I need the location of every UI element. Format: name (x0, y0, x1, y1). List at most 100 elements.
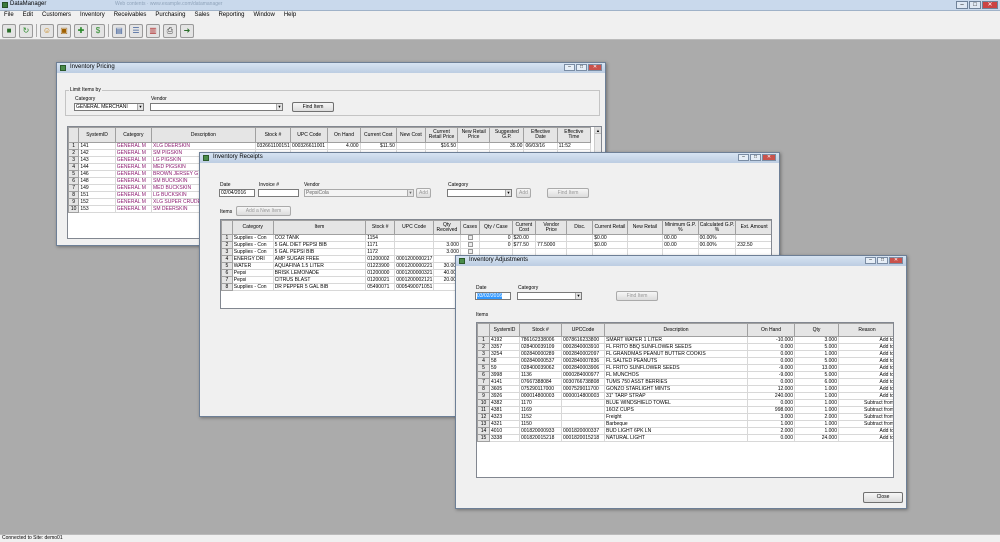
table-cell[interactable]: 1136 (519, 371, 562, 379)
chevron-down-icon[interactable]: ▼ (407, 190, 413, 196)
table-row[interactable]: 11 4381 1169 16OZ CUPS 998.000 1.000 Subtract … (477, 406, 893, 414)
table-cell[interactable]: 3605 (489, 385, 520, 393)
table-cell[interactable]: Barbeque (604, 420, 748, 428)
menu-customers[interactable]: Customers (38, 11, 76, 22)
table-cell[interactable]: 77.5000 (535, 241, 568, 249)
table-cell[interactable]: Add to (838, 343, 893, 351)
table-cell[interactable] (459, 241, 481, 249)
menu-window[interactable]: Window (249, 11, 279, 22)
table-cell[interactable]: FL FRITO SUNFLOWER SEEDS (604, 364, 748, 372)
col-header[interactable]: Stock # (254, 127, 292, 143)
table-cell[interactable]: 1170 (519, 399, 562, 407)
table-cell[interactable]: 4.000 (327, 142, 361, 150)
table-cell[interactable]: 0002840007836 (561, 357, 605, 365)
col-header[interactable]: Qty / Case (479, 220, 513, 235)
col-header[interactable]: Cases (459, 220, 481, 235)
table-cell[interactable]: Add to (838, 350, 893, 358)
table-cell[interactable]: AMP SUGAR FREE (272, 255, 367, 263)
table-row[interactable]: 5 59 028400039062 0002840003906 FL FRITO SUN… (477, 364, 893, 372)
table-cell[interactable]: 01200000 (365, 269, 396, 277)
table-cell[interactable]: 1.000 (794, 350, 839, 358)
table-cell[interactable]: Supplies - Con (231, 283, 274, 291)
table-cell[interactable] (432, 234, 461, 242)
table-cell[interactable]: 143 (78, 156, 116, 164)
table-cell[interactable]: BLUE WINDSHIELD TOWEL (604, 399, 748, 407)
table-cell[interactable]: GENERAL M (114, 156, 153, 164)
table-cell[interactable]: Subtract from (838, 413, 893, 421)
table-cell[interactable]: 151 (78, 191, 116, 199)
chart-icon[interactable]: ▥ (146, 23, 160, 38)
table-cell[interactable]: 3254 (489, 350, 520, 358)
table-cell[interactable]: Add to (838, 385, 893, 393)
table-cell[interactable]: TUMS 750 ASST BERRIES (604, 378, 748, 386)
table-cell[interactable]: 0002840002097 (561, 350, 605, 358)
table-cell[interactable]: Freight (604, 413, 748, 421)
chevron-down-icon[interactable]: ▼ (575, 293, 581, 299)
col-header[interactable]: On Hand (327, 127, 361, 143)
table-cell[interactable]: 142 (78, 149, 116, 157)
table-cell[interactable]: GENERAL M (114, 205, 153, 213)
table-cell[interactable]: 001820000933 (519, 427, 562, 435)
table-cell[interactable]: 002840000289 (519, 350, 562, 358)
col-header[interactable]: Vendor Price (535, 220, 568, 235)
table-cell[interactable]: 5 GAL DIET PEPSI BIB (272, 241, 367, 249)
minimize-icon[interactable]: – (564, 64, 575, 71)
vendor-select[interactable]: PepsiCola ▼ (304, 189, 414, 197)
add-vendor-button[interactable]: Add (416, 188, 431, 198)
table-cell[interactable]: 152 (78, 198, 116, 206)
table-cell[interactable]: Subtract from (838, 420, 893, 428)
col-header[interactable]: SystemID (78, 127, 116, 143)
table-cell[interactable]: SMART WATER 1 LITER (604, 336, 748, 344)
table-cell[interactable]: 0 (479, 234, 513, 242)
table-cell[interactable]: Supplies - Con (231, 241, 274, 249)
table-cell[interactable]: 3.000 (794, 336, 839, 344)
table-cell[interactable]: 4192 (489, 336, 520, 344)
table-cell[interactable]: 000014800003 (519, 392, 562, 400)
table-cell[interactable] (394, 241, 434, 249)
col-header[interactable]: Category (114, 127, 153, 143)
col-header[interactable]: Qty Received (432, 220, 461, 235)
table-cell[interactable]: 0078616233800 (561, 336, 605, 344)
reports-icon[interactable]: ☰ (129, 23, 143, 38)
table-cell[interactable] (535, 234, 568, 242)
table-cell[interactable]: 000326611001 (290, 142, 329, 150)
table-cell[interactable] (394, 234, 434, 242)
add-new-item-button[interactable]: Add a New Item (236, 206, 291, 216)
table-row[interactable]: 1 4192 786162338006 0078616233800 SMART WATE… (477, 336, 893, 344)
table-cell[interactable]: $11.50 (359, 142, 397, 150)
table-cell[interactable]: FL SALTED PEANUTS (604, 357, 748, 365)
table-cell[interactable] (457, 142, 491, 150)
scroll-up-icon[interactable]: ▲ (595, 127, 601, 134)
table-cell[interactable]: 153 (78, 205, 116, 213)
table-cell[interactable]: 0007529011700 (561, 385, 605, 393)
table-cell[interactable] (561, 420, 605, 428)
table-cell[interactable]: 1172 (365, 248, 396, 256)
receipts-icon[interactable]: ✚ (74, 23, 88, 38)
table-cell[interactable]: 1154 (365, 234, 396, 242)
table-cell[interactable]: 1171 (365, 241, 396, 249)
table-cell[interactable]: 0002840003910 (561, 343, 605, 351)
table-cell[interactable] (566, 234, 594, 242)
table-cell[interactable]: 3.000 (432, 241, 461, 249)
table-cell[interactable]: 35.00 (489, 142, 525, 150)
table-cell[interactable]: 0.000 (747, 357, 795, 365)
table-row[interactable]: 1 Supplies - Con CO2 TANK 1154 0 $20.00 $0.00 0… (221, 234, 771, 242)
table-cell[interactable]: 16OZ CUPS (604, 406, 748, 414)
category-select[interactable]: ▼ (517, 292, 582, 300)
table-cell[interactable]: 1.000 (794, 406, 839, 414)
col-header[interactable]: New Retail (626, 220, 664, 235)
table-cell[interactable]: GENERAL M (114, 170, 153, 178)
table-row[interactable]: 3 3254 002840000289 0002840002097 FL GRANDMA… (477, 350, 893, 358)
table-cell[interactable]: 4381 (489, 406, 520, 414)
col-header[interactable]: Current Cost (511, 220, 537, 235)
table-cell[interactable]: 0002840003906 (561, 364, 605, 372)
table-cell[interactable]: 5.000 (794, 343, 839, 351)
table-cell[interactable]: 0001820015218 (561, 434, 605, 442)
table-cell[interactable]: 0001820000337 (561, 427, 605, 435)
table-cell[interactable]: 028400039109 (519, 343, 562, 351)
col-header[interactable]: UPCCode (561, 323, 605, 337)
table-cell[interactable]: 6.000 (794, 378, 839, 386)
table-cell[interactable]: 032661100151 (254, 142, 292, 150)
table-cell[interactable]: 01223900 (365, 262, 396, 270)
col-header[interactable]: Current Cost (359, 127, 397, 143)
